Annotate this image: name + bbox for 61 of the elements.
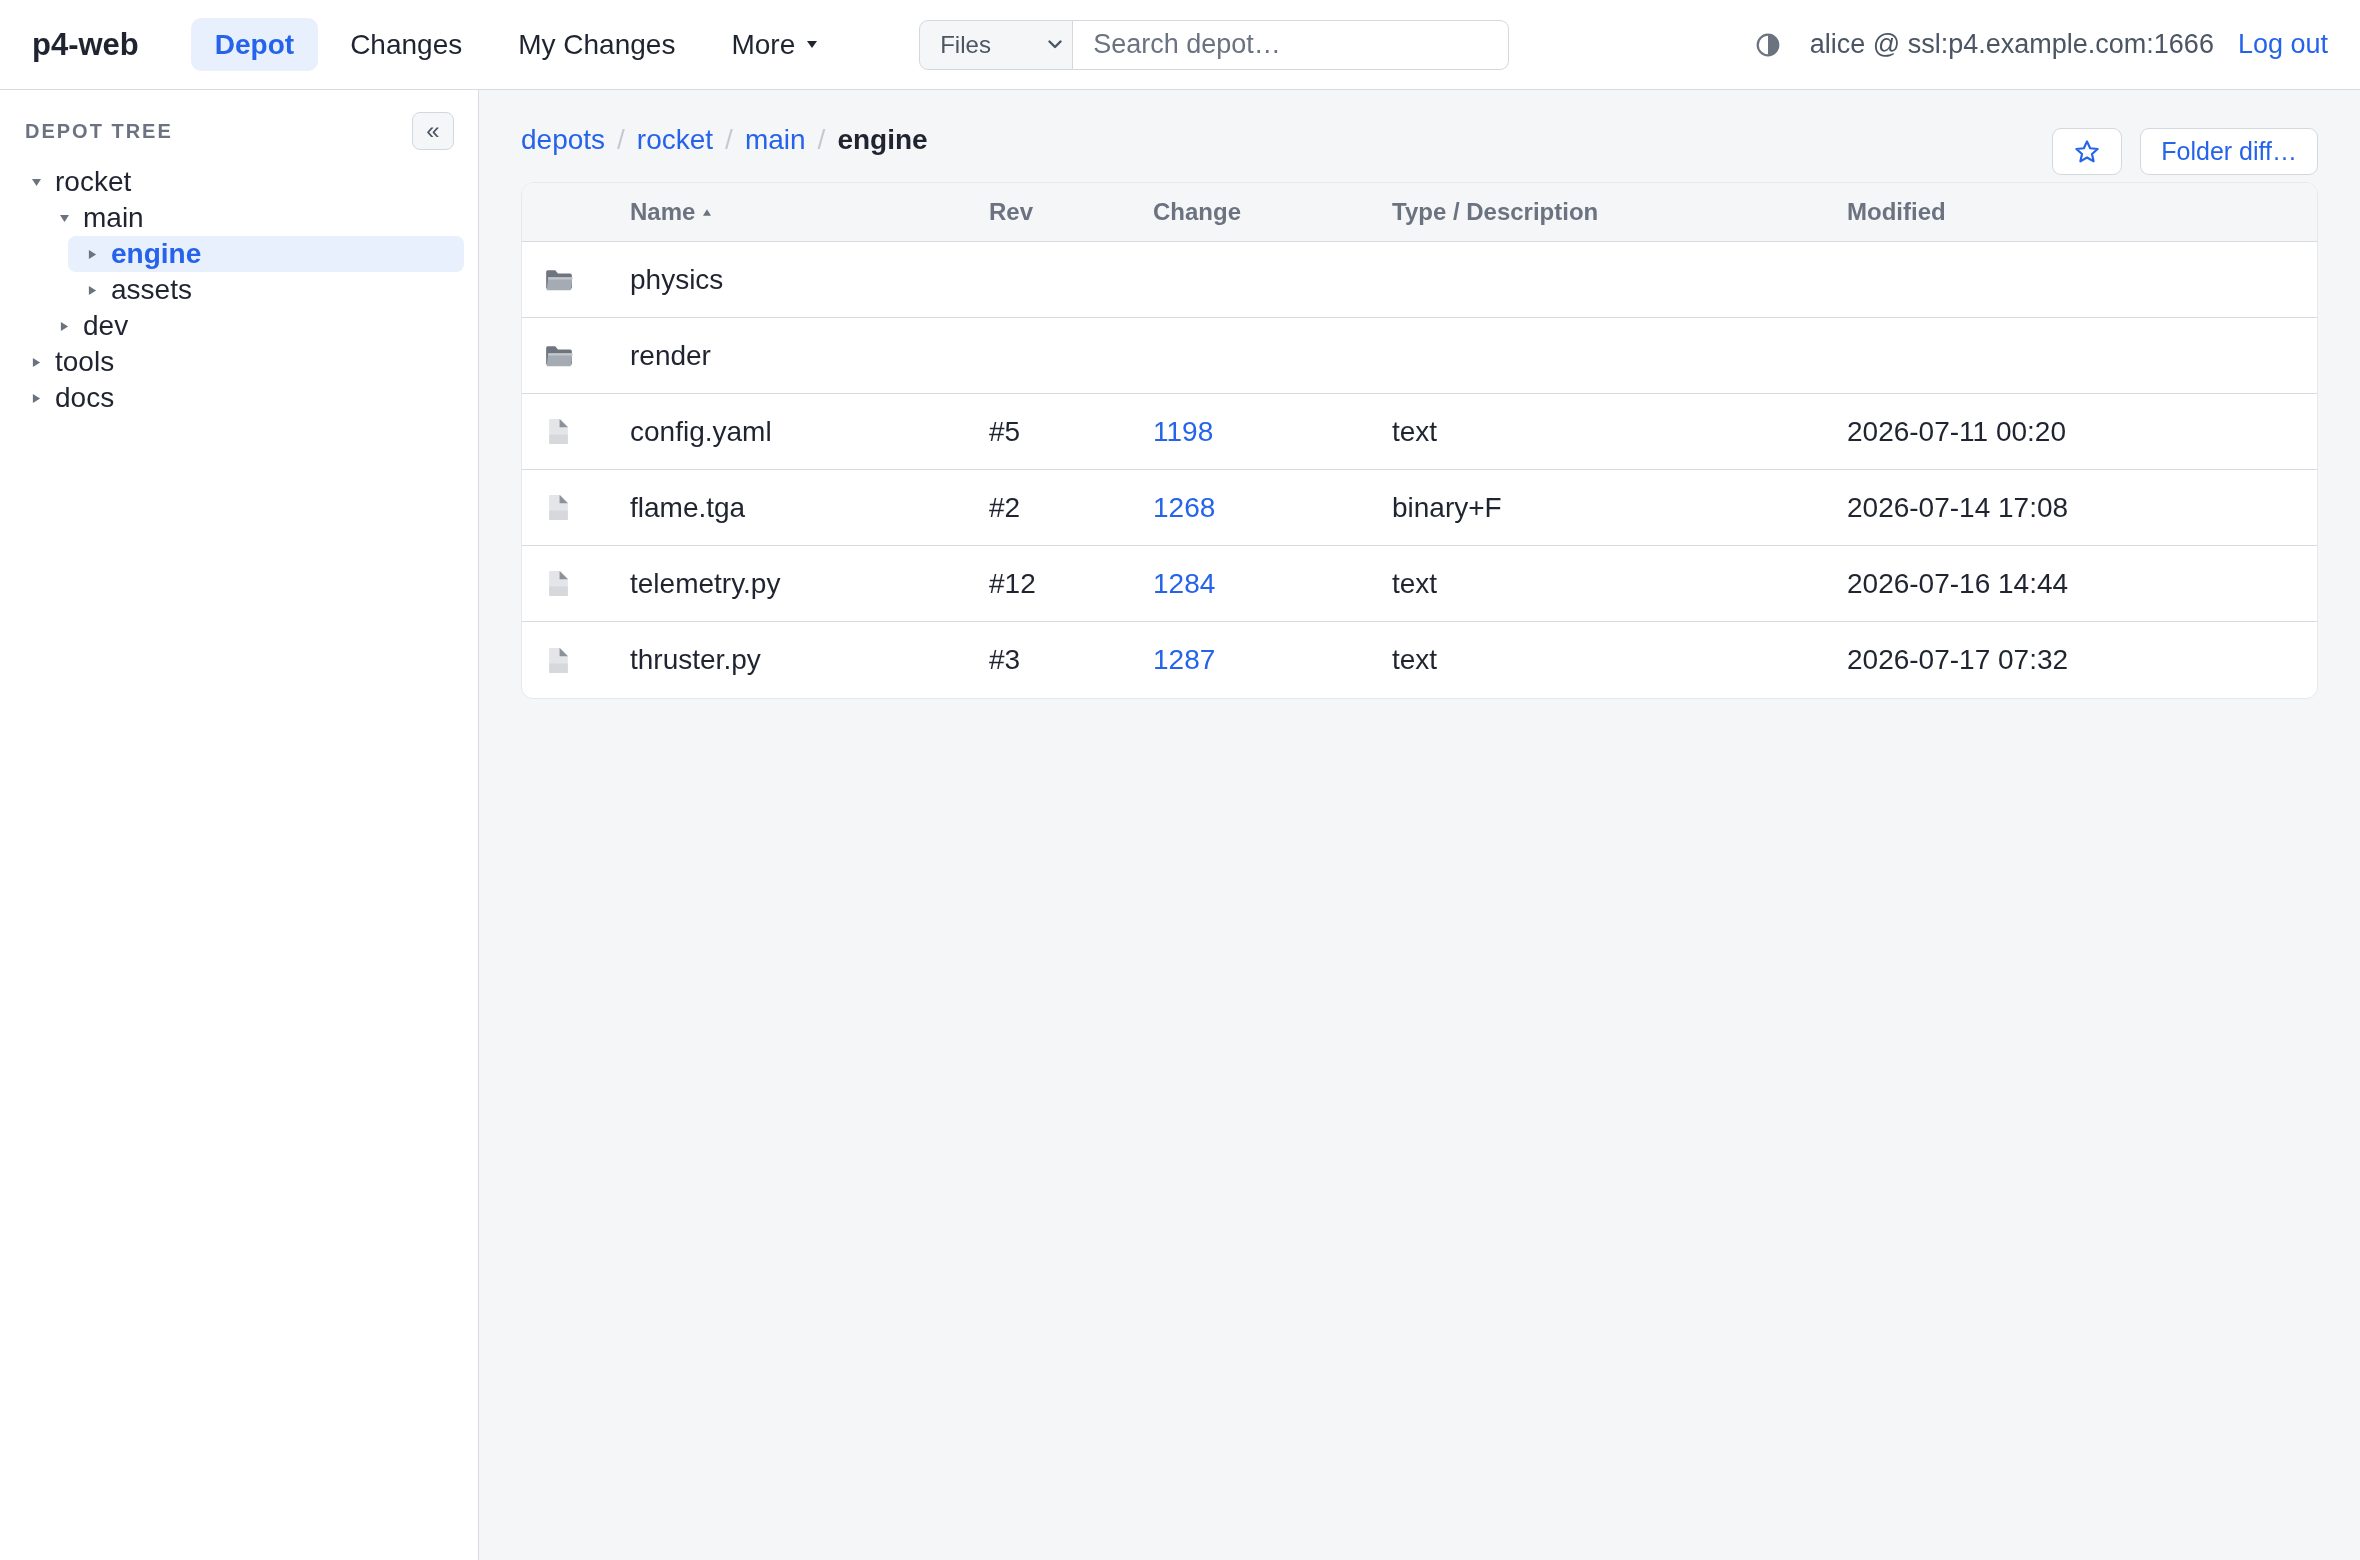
star-button[interactable] xyxy=(2052,128,2123,175)
revision-text: #3 xyxy=(989,644,1021,675)
modified-date-text: 2026-07-17 07:32 xyxy=(1847,644,2069,675)
column-header[interactable]: Rev xyxy=(989,198,1034,226)
caret-down-icon xyxy=(807,41,818,48)
file-icon xyxy=(547,418,570,445)
entry-name[interactable]: render xyxy=(630,339,711,371)
nav-tab[interactable]: My Changes xyxy=(494,18,700,71)
file-type-text: binary+F xyxy=(1392,491,1502,523)
file-type-text: text xyxy=(1392,415,1438,447)
more-menu-button[interactable]: More xyxy=(707,18,842,71)
chevron-down-icon xyxy=(1048,40,1063,49)
tree-item[interactable]: rocket xyxy=(12,164,464,200)
column-header[interactable]: Change xyxy=(1153,198,1241,226)
revision-text: #5 xyxy=(989,415,1021,447)
file-icon xyxy=(547,494,570,521)
tree-item[interactable]: tools xyxy=(12,344,464,380)
app-logo[interactable]: p4-web xyxy=(32,26,139,63)
tree-item[interactable]: engine xyxy=(68,236,464,272)
breadcrumb-link[interactable]: main xyxy=(744,123,806,157)
file-type-text: text xyxy=(1392,644,1438,675)
file-type-text: text xyxy=(1392,567,1438,599)
user-connection-label: alice @ ssl:p4.example.com:1666 xyxy=(1809,29,2214,60)
search-field[interactable]: Search depot… xyxy=(1073,19,1510,70)
sidebar-title: DEPOT TREE xyxy=(25,119,173,143)
tree-item[interactable]: docs xyxy=(12,380,464,416)
modified-date-text: 2026-07-14 17:08 xyxy=(1847,491,2069,523)
revision-text: #12 xyxy=(989,567,1036,599)
file-icon xyxy=(547,570,570,597)
changelist-link[interactable]: 1198 xyxy=(1153,415,1214,447)
tree-item[interactable]: assets xyxy=(68,272,464,308)
breadcrumb-link[interactable]: depots xyxy=(521,123,606,157)
column-header[interactable]: Modified xyxy=(1847,198,1946,226)
entry-name[interactable]: config.yaml xyxy=(630,415,772,447)
changelist-link[interactable]: 1284 xyxy=(1153,567,1216,599)
entry-name[interactable]: thruster.py xyxy=(630,644,761,675)
entry-name[interactable]: telemetry.py xyxy=(630,567,781,599)
file-icon xyxy=(547,646,570,674)
changelist-link[interactable]: 1268 xyxy=(1153,491,1216,523)
breadcrumb-link[interactable]: rocket xyxy=(636,123,714,157)
changelist-link[interactable]: 1287 xyxy=(1153,644,1216,675)
revision-text: #2 xyxy=(989,491,1021,523)
breadcrumb-separator: / xyxy=(817,123,826,157)
breadcrumb-separator: / xyxy=(617,123,625,157)
contrast-icon[interactable] xyxy=(1755,32,1780,57)
entry-name[interactable]: physics xyxy=(630,263,724,295)
breadcrumb-current: engine xyxy=(837,123,928,157)
column-header[interactable]: Name xyxy=(630,198,696,226)
tree-item[interactable]: dev xyxy=(40,308,464,344)
folder-diff-button[interactable]: Folder diff… xyxy=(2140,128,2318,175)
nav-tab[interactable]: Changes xyxy=(326,18,487,71)
collapse-sidebar-button[interactable]: « xyxy=(412,112,454,150)
column-header[interactable]: Type / Description xyxy=(1392,198,1599,226)
logout-link[interactable]: Log out xyxy=(2237,29,2328,60)
breadcrumb-separator: / xyxy=(725,123,733,157)
scope-select[interactable]: Files xyxy=(919,19,1074,70)
modified-date-text: 2026-07-11 00:20 xyxy=(1847,415,2066,447)
nav-tab[interactable]: Depot xyxy=(190,18,319,71)
tree-item[interactable]: main xyxy=(40,200,464,236)
modified-date-text: 2026-07-16 14:44 xyxy=(1847,567,2069,599)
entry-name[interactable]: flame.tga xyxy=(630,491,746,523)
